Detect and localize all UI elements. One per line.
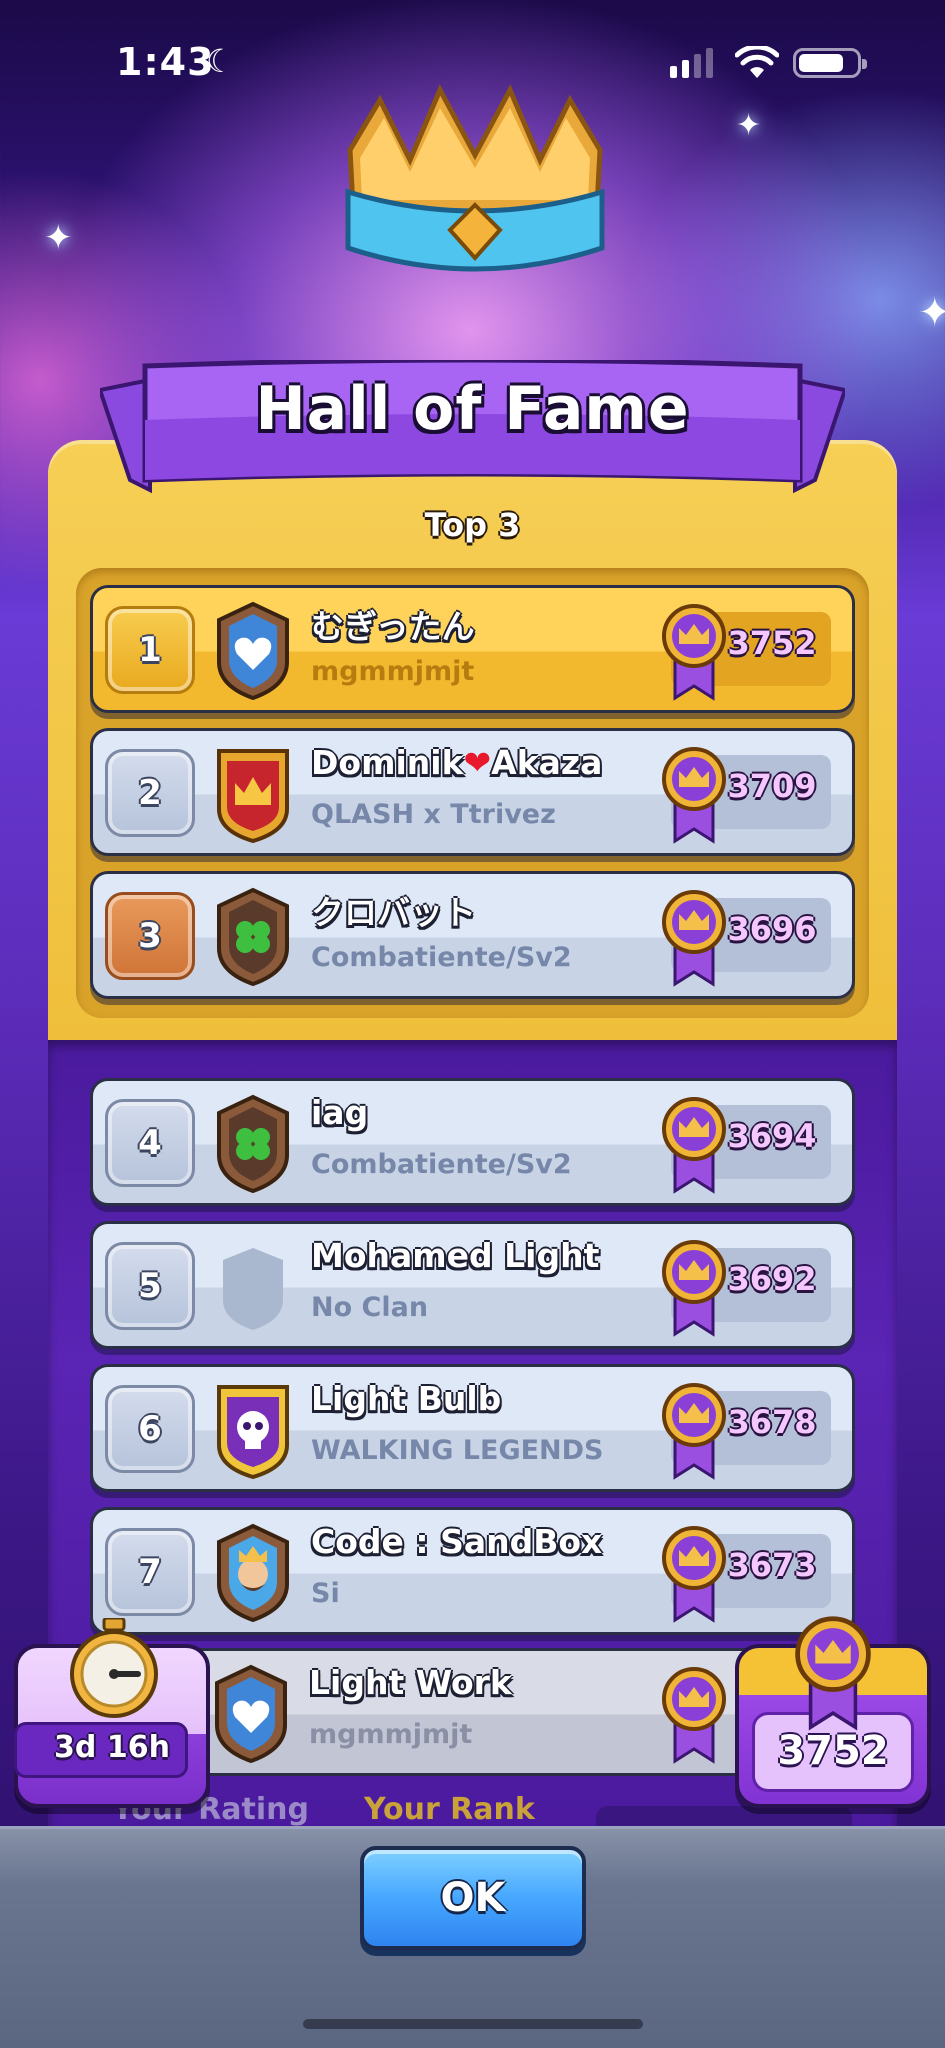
rank-number: 4 [105, 1099, 195, 1187]
rank-number: 2 [105, 749, 195, 837]
player-name: Dominik❤Akaza [311, 743, 603, 782]
rating-value: 3696 [727, 910, 817, 948]
rank-number: 6 [105, 1385, 195, 1473]
clan-name: mgmmjmjt [311, 656, 475, 687]
my-rating-value: 3752 [777, 1728, 889, 1774]
leaderboard-row[interactable]: 5 Mohamed Light No Clan 3692 [90, 1221, 855, 1349]
clan-name: WALKING LEGENDS [311, 1435, 604, 1466]
rating-value: 3678 [727, 1403, 817, 1441]
leaderboard-row[interactable]: 4 iag Combatiente/Sv2 3694 [90, 1078, 855, 1206]
leaderboard-row[interactable]: 2 Dominik❤Akaza QLASH x Ttrivez 3709 [90, 728, 855, 856]
rating-value: 3694 [727, 1117, 817, 1155]
player-name: Code : SandBox [311, 1522, 603, 1561]
rank-number: 1 [105, 606, 195, 694]
crown-badge-icon [217, 749, 289, 843]
rating-value: 3752 [727, 624, 817, 662]
rank-number: 5 [105, 1242, 195, 1330]
page-title: Hall of Fame [255, 374, 690, 444]
clan-name: Combatiente/Sv2 [311, 1149, 572, 1180]
top3-label: Top 3 [424, 506, 521, 544]
heart-badge-icon [215, 1664, 287, 1763]
king-badge-icon [217, 1523, 289, 1622]
clan-name: Combatiente/Sv2 [311, 942, 572, 973]
leaderboard-row[interactable]: 7 Code : SandBox Si 3673 [90, 1507, 855, 1635]
heart-emoji-icon: ❤ [463, 743, 492, 782]
do-not-disturb-moon-icon: ☾ [206, 42, 235, 80]
sparkle-icon: ✦ [44, 218, 73, 258]
ok-button[interactable]: OK [360, 1846, 586, 1950]
rank-number: 3 [105, 892, 195, 980]
clan-name: QLASH x Ttrivez [311, 799, 556, 830]
sparkle-icon: ✦ [736, 108, 762, 143]
player-name: むぎったん [311, 607, 475, 646]
clan-name: Si [311, 1578, 340, 1609]
status-time: 1:43 [116, 40, 215, 84]
golden-crown-icon [345, 84, 605, 272]
current-player-row[interactable]: Light Work mgmmjmjt [100, 1648, 845, 1776]
leaderboard-row[interactable]: 3 クロバット Combatiente/Sv2 3696 [90, 871, 855, 999]
trophy-medal-icon [795, 1616, 871, 1731]
stopwatch-icon [70, 1618, 158, 1718]
trophy-medal-icon [662, 1667, 726, 1764]
skull-badge-icon [217, 1385, 289, 1479]
player-name: iag [311, 1093, 369, 1132]
clan-name: mgmmjmjt [309, 1719, 473, 1750]
heart-badge-icon [217, 601, 289, 700]
clover-badge-icon [217, 887, 289, 986]
player-name: クロバット [311, 893, 476, 932]
sparkle-icon: ✦ [918, 290, 945, 336]
rank-number: 7 [105, 1528, 195, 1616]
player-name: Light Bulb [311, 1379, 502, 1418]
battery-icon [793, 48, 867, 78]
wifi-icon [735, 46, 779, 78]
clan-name: No Clan [311, 1292, 429, 1323]
rating-value: 3692 [727, 1260, 817, 1298]
clover-badge-icon [217, 1094, 289, 1193]
home-indicator[interactable] [303, 2019, 643, 2029]
cellular-signal-icon [670, 48, 713, 78]
rating-value: 3709 [727, 767, 817, 805]
leaderboard-row[interactable]: 1 むぎったん mgmmjmjt 3752 [90, 585, 855, 713]
leaderboard-row[interactable]: 6 Light Bulb WALKING LEGENDS 3678 [90, 1364, 855, 1492]
season-timer-text: 3d 16h [54, 1730, 170, 1765]
player-name: Light Work [309, 1663, 512, 1702]
your-rank-label: Your Rank [364, 1792, 535, 1827]
player-name: Mohamed Light [311, 1236, 600, 1275]
rating-value: 3673 [727, 1546, 817, 1584]
empty-clan-badge-icon [223, 1248, 283, 1330]
